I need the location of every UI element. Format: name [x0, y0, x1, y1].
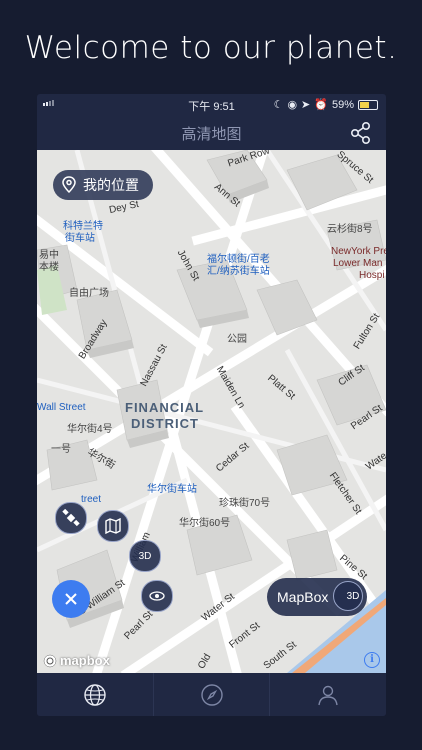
satellite-button[interactable] — [55, 502, 87, 534]
place-label: 华尔街4号 — [67, 424, 113, 435]
satellite-icon — [62, 509, 80, 527]
place-label: Lower Man — [333, 258, 383, 269]
map-style-switch[interactable]: MapBox 3D — [267, 578, 367, 616]
info-button[interactable]: i — [364, 652, 380, 668]
location-arrow-icon: ➤ — [301, 99, 311, 111]
map-style-label: MapBox — [277, 589, 329, 605]
map-view[interactable]: Park Row Spruce St Ann St Dey St 科特兰特 街车… — [37, 150, 386, 673]
tab-bar — [37, 673, 386, 716]
folded-map-icon — [105, 518, 121, 534]
mapbox-attribution[interactable]: mapbox — [43, 653, 110, 668]
place-label: 本楼 — [39, 262, 59, 273]
alarm-icon: ⏰ — [314, 99, 328, 111]
style-3d-label: 3D — [346, 590, 360, 602]
headline: Welcome to our planet. — [24, 30, 398, 66]
place-label: 公园 — [227, 334, 247, 345]
compass-icon — [200, 683, 223, 706]
my-location-label: 我的位置 — [83, 177, 139, 193]
view-3d-label: 3D — [138, 550, 152, 562]
status-bar: 下午 9:51 ☾ ◉ ➤ ⏰ 59% — [37, 94, 386, 114]
place-label: 珍珠街70号 — [219, 498, 271, 509]
info-icon: i — [370, 654, 374, 665]
battery-icon — [358, 99, 378, 110]
station-label: 华尔街车站 — [147, 484, 197, 495]
lock-rotation-icon: ◉ — [287, 99, 298, 111]
moon-icon: ☾ — [273, 99, 284, 111]
mapbox-logo-icon — [43, 654, 57, 667]
tab-globe[interactable] — [37, 673, 154, 716]
place-label: 华尔街60号 — [179, 518, 231, 529]
tab-profile[interactable] — [270, 673, 386, 716]
station-label: Wall Street — [37, 402, 86, 413]
my-location-button[interactable]: 我的位置 — [53, 170, 153, 200]
status-right: ☾ ◉ ➤ ⏰ 59% — [274, 98, 378, 111]
tilt-button[interactable] — [141, 580, 173, 612]
place-label: 自由广场 — [69, 288, 109, 299]
place-label: NewYork Pres — [331, 246, 386, 257]
share-icon — [350, 121, 371, 144]
place-label: 一号 — [51, 444, 71, 455]
street-label: treet — [81, 494, 102, 505]
style-3d-badge[interactable]: 3D — [333, 581, 363, 611]
close-menu-button[interactable] — [52, 580, 90, 618]
district-label: DISTRICT — [131, 416, 199, 431]
district-label: FINANCIAL — [125, 400, 205, 415]
page-title: 高清地图 — [181, 126, 242, 143]
battery-percent: 59% — [331, 98, 354, 111]
place-label: 云杉街8号 — [327, 224, 373, 235]
share-button[interactable] — [348, 120, 374, 146]
mapbox-wordmark: mapbox — [60, 653, 110, 668]
place-label: 汇/纳苏街车站 — [207, 266, 270, 277]
phone-screen: 下午 9:51 ☾ ◉ ➤ ⏰ 59% 高清地图 Park Row Spruce… — [37, 94, 386, 716]
map-layer-button[interactable] — [97, 510, 129, 542]
tilt-view-icon — [149, 591, 165, 601]
place-label: 街车站 — [65, 233, 95, 244]
globe-icon — [84, 683, 106, 706]
location-pin-icon — [62, 176, 76, 194]
view-3d-button[interactable]: 3D — [129, 540, 161, 572]
close-icon — [65, 593, 77, 605]
profile-icon — [318, 685, 338, 705]
place-label: Hospi — [359, 270, 385, 281]
nav-bar: 高清地图 — [37, 114, 386, 150]
tab-compass[interactable] — [154, 673, 271, 716]
